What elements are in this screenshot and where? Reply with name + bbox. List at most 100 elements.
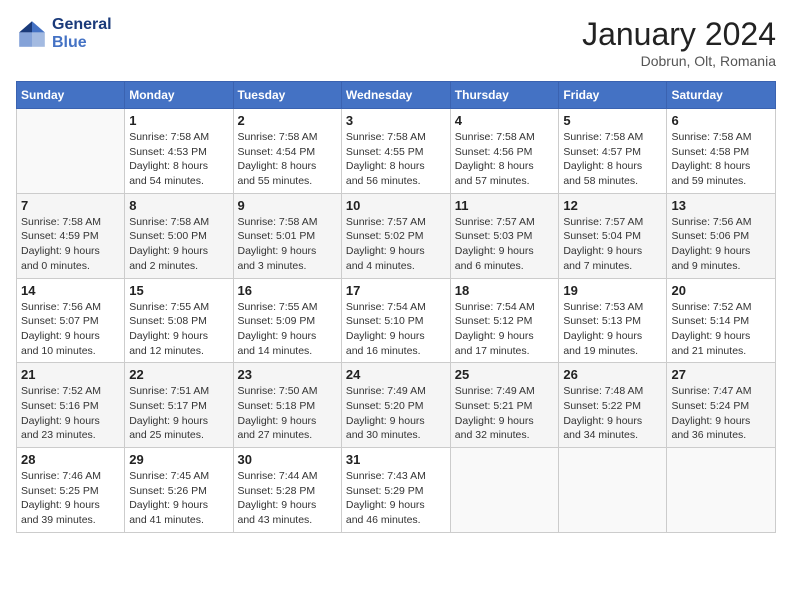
calendar-cell: 7 Sunrise: 7:58 AM Sunset: 4:59 PM Daylig… [17, 193, 125, 278]
day-info: Sunrise: 7:54 AM Sunset: 5:10 PM Dayligh… [346, 300, 446, 359]
day-info: Sunrise: 7:58 AM Sunset: 5:01 PM Dayligh… [238, 215, 337, 274]
calendar-cell: 14Sunrise: 7:56 AM Sunset: 5:07 PM Dayli… [17, 278, 125, 363]
day-info: Sunrise: 7:54 AM Sunset: 5:12 PM Dayligh… [455, 300, 555, 359]
calendar-cell: 23 Sunrise: 7:50 AM Sunset: 5:18 PM Dayli… [233, 363, 341, 448]
calendar-cell: 19Sunrise: 7:53 AM Sunset: 5:13 PM Dayli… [559, 278, 667, 363]
day-number: 30 [238, 452, 337, 467]
day-number: 19 [563, 283, 662, 298]
day-info: Sunrise: 7:55 AM Sunset: 5:08 PM Dayligh… [129, 300, 228, 359]
day-number: 24 [346, 367, 446, 382]
day-info: Sunrise: 7:56 AM Sunset: 5:06 PM Dayligh… [671, 215, 771, 274]
weekday-header-row: SundayMondayTuesdayWednesdayThursdayFrid… [17, 82, 776, 109]
calendar-week-row: 7 Sunrise: 7:58 AM Sunset: 4:59 PM Daylig… [17, 193, 776, 278]
weekday-header: Friday [559, 82, 667, 109]
calendar-cell: 31 Sunrise: 7:43 AM Sunset: 5:29 PM Dayli… [341, 448, 450, 533]
day-info: Sunrise: 7:56 AM Sunset: 5:07 PM Dayligh… [21, 300, 120, 359]
day-info: Sunrise: 7:43 AM Sunset: 5:29 PM Dayligh… [346, 469, 446, 528]
calendar-cell: 10 Sunrise: 7:57 AM Sunset: 5:02 PM Dayli… [341, 193, 450, 278]
logo-icon [16, 18, 48, 50]
calendar-week-row: 21 Sunrise: 7:52 AM Sunset: 5:16 PM Dayli… [17, 363, 776, 448]
day-number: 7 [21, 198, 120, 213]
day-number: 20 [671, 283, 771, 298]
logo-text: General Blue [52, 16, 112, 52]
location: Dobrun, Olt, Romania [582, 53, 776, 69]
calendar-cell: 13Sunrise: 7:56 AM Sunset: 5:06 PM Dayli… [667, 193, 776, 278]
calendar-cell: 29 Sunrise: 7:45 AM Sunset: 5:26 PM Dayli… [125, 448, 233, 533]
calendar-week-row: 1 Sunrise: 7:58 AM Sunset: 4:53 PM Daylig… [17, 109, 776, 194]
title-block: January 2024 Dobrun, Olt, Romania [582, 16, 776, 69]
calendar-cell: 27 Sunrise: 7:47 AM Sunset: 5:24 PM Dayli… [667, 363, 776, 448]
calendar-cell [559, 448, 667, 533]
calendar-cell: 5 Sunrise: 7:58 AM Sunset: 4:57 PM Daylig… [559, 109, 667, 194]
day-info: Sunrise: 7:52 AM Sunset: 5:14 PM Dayligh… [671, 300, 771, 359]
calendar-cell: 9 Sunrise: 7:58 AM Sunset: 5:01 PM Daylig… [233, 193, 341, 278]
calendar-cell [667, 448, 776, 533]
calendar-cell [450, 448, 559, 533]
calendar-cell: 22 Sunrise: 7:51 AM Sunset: 5:17 PM Dayli… [125, 363, 233, 448]
weekday-header: Monday [125, 82, 233, 109]
calendar-cell: 4Sunrise: 7:58 AM Sunset: 4:56 PM Daylig… [450, 109, 559, 194]
logo: General Blue [16, 16, 112, 52]
day-number: 10 [346, 198, 446, 213]
calendar-cell: 3 Sunrise: 7:58 AM Sunset: 4:55 PM Daylig… [341, 109, 450, 194]
calendar-week-row: 14Sunrise: 7:56 AM Sunset: 5:07 PM Dayli… [17, 278, 776, 363]
day-number: 6 [671, 113, 771, 128]
calendar-cell: 30 Sunrise: 7:44 AM Sunset: 5:28 PM Dayli… [233, 448, 341, 533]
calendar-cell: 16 Sunrise: 7:55 AM Sunset: 5:09 PM Dayli… [233, 278, 341, 363]
day-number: 17 [346, 283, 446, 298]
day-number: 21 [21, 367, 120, 382]
day-info: Sunrise: 7:52 AM Sunset: 5:16 PM Dayligh… [21, 384, 120, 443]
weekday-header: Wednesday [341, 82, 450, 109]
day-number: 1 [129, 113, 228, 128]
calendar-cell: 11Sunrise: 7:57 AM Sunset: 5:03 PM Dayli… [450, 193, 559, 278]
page-header: General Blue January 2024 Dobrun, Olt, R… [16, 16, 776, 69]
day-number: 29 [129, 452, 228, 467]
day-number: 3 [346, 113, 446, 128]
day-info: Sunrise: 7:50 AM Sunset: 5:18 PM Dayligh… [238, 384, 337, 443]
calendar-cell: 21 Sunrise: 7:52 AM Sunset: 5:16 PM Dayli… [17, 363, 125, 448]
day-info: Sunrise: 7:58 AM Sunset: 4:55 PM Dayligh… [346, 130, 446, 189]
weekday-header: Saturday [667, 82, 776, 109]
day-info: Sunrise: 7:51 AM Sunset: 5:17 PM Dayligh… [129, 384, 228, 443]
day-info: Sunrise: 7:47 AM Sunset: 5:24 PM Dayligh… [671, 384, 771, 443]
day-number: 5 [563, 113, 662, 128]
day-info: Sunrise: 7:58 AM Sunset: 4:57 PM Dayligh… [563, 130, 662, 189]
calendar-cell: 17 Sunrise: 7:54 AM Sunset: 5:10 PM Dayli… [341, 278, 450, 363]
calendar-cell: 26 Sunrise: 7:48 AM Sunset: 5:22 PM Dayli… [559, 363, 667, 448]
day-info: Sunrise: 7:58 AM Sunset: 4:53 PM Dayligh… [129, 130, 228, 189]
day-info: Sunrise: 7:55 AM Sunset: 5:09 PM Dayligh… [238, 300, 337, 359]
calendar-table: SundayMondayTuesdayWednesdayThursdayFrid… [16, 81, 776, 533]
calendar-cell: 15Sunrise: 7:55 AM Sunset: 5:08 PM Dayli… [125, 278, 233, 363]
day-number: 8 [129, 198, 228, 213]
day-info: Sunrise: 7:48 AM Sunset: 5:22 PM Dayligh… [563, 384, 662, 443]
calendar-cell: 1 Sunrise: 7:58 AM Sunset: 4:53 PM Daylig… [125, 109, 233, 194]
day-info: Sunrise: 7:57 AM Sunset: 5:03 PM Dayligh… [455, 215, 555, 274]
day-number: 16 [238, 283, 337, 298]
weekday-header: Sunday [17, 82, 125, 109]
day-number: 22 [129, 367, 228, 382]
calendar-cell: 25Sunrise: 7:49 AM Sunset: 5:21 PM Dayli… [450, 363, 559, 448]
calendar-cell: 8Sunrise: 7:58 AM Sunset: 5:00 PM Daylig… [125, 193, 233, 278]
day-number: 9 [238, 198, 337, 213]
day-info: Sunrise: 7:44 AM Sunset: 5:28 PM Dayligh… [238, 469, 337, 528]
calendar-cell: 18Sunrise: 7:54 AM Sunset: 5:12 PM Dayli… [450, 278, 559, 363]
day-number: 28 [21, 452, 120, 467]
month-title: January 2024 [582, 16, 776, 53]
calendar-cell: 24 Sunrise: 7:49 AM Sunset: 5:20 PM Dayli… [341, 363, 450, 448]
calendar-cell [17, 109, 125, 194]
day-number: 31 [346, 452, 446, 467]
day-info: Sunrise: 7:49 AM Sunset: 5:20 PM Dayligh… [346, 384, 446, 443]
calendar-cell: 28Sunrise: 7:46 AM Sunset: 5:25 PM Dayli… [17, 448, 125, 533]
day-info: Sunrise: 7:58 AM Sunset: 4:58 PM Dayligh… [671, 130, 771, 189]
day-info: Sunrise: 7:58 AM Sunset: 4:54 PM Dayligh… [238, 130, 337, 189]
calendar-cell: 20 Sunrise: 7:52 AM Sunset: 5:14 PM Dayli… [667, 278, 776, 363]
day-number: 26 [563, 367, 662, 382]
day-number: 12 [563, 198, 662, 213]
day-info: Sunrise: 7:58 AM Sunset: 4:59 PM Dayligh… [21, 215, 120, 274]
day-info: Sunrise: 7:45 AM Sunset: 5:26 PM Dayligh… [129, 469, 228, 528]
day-info: Sunrise: 7:57 AM Sunset: 5:02 PM Dayligh… [346, 215, 446, 274]
day-number: 27 [671, 367, 771, 382]
day-number: 23 [238, 367, 337, 382]
day-number: 4 [455, 113, 555, 128]
weekday-header: Tuesday [233, 82, 341, 109]
